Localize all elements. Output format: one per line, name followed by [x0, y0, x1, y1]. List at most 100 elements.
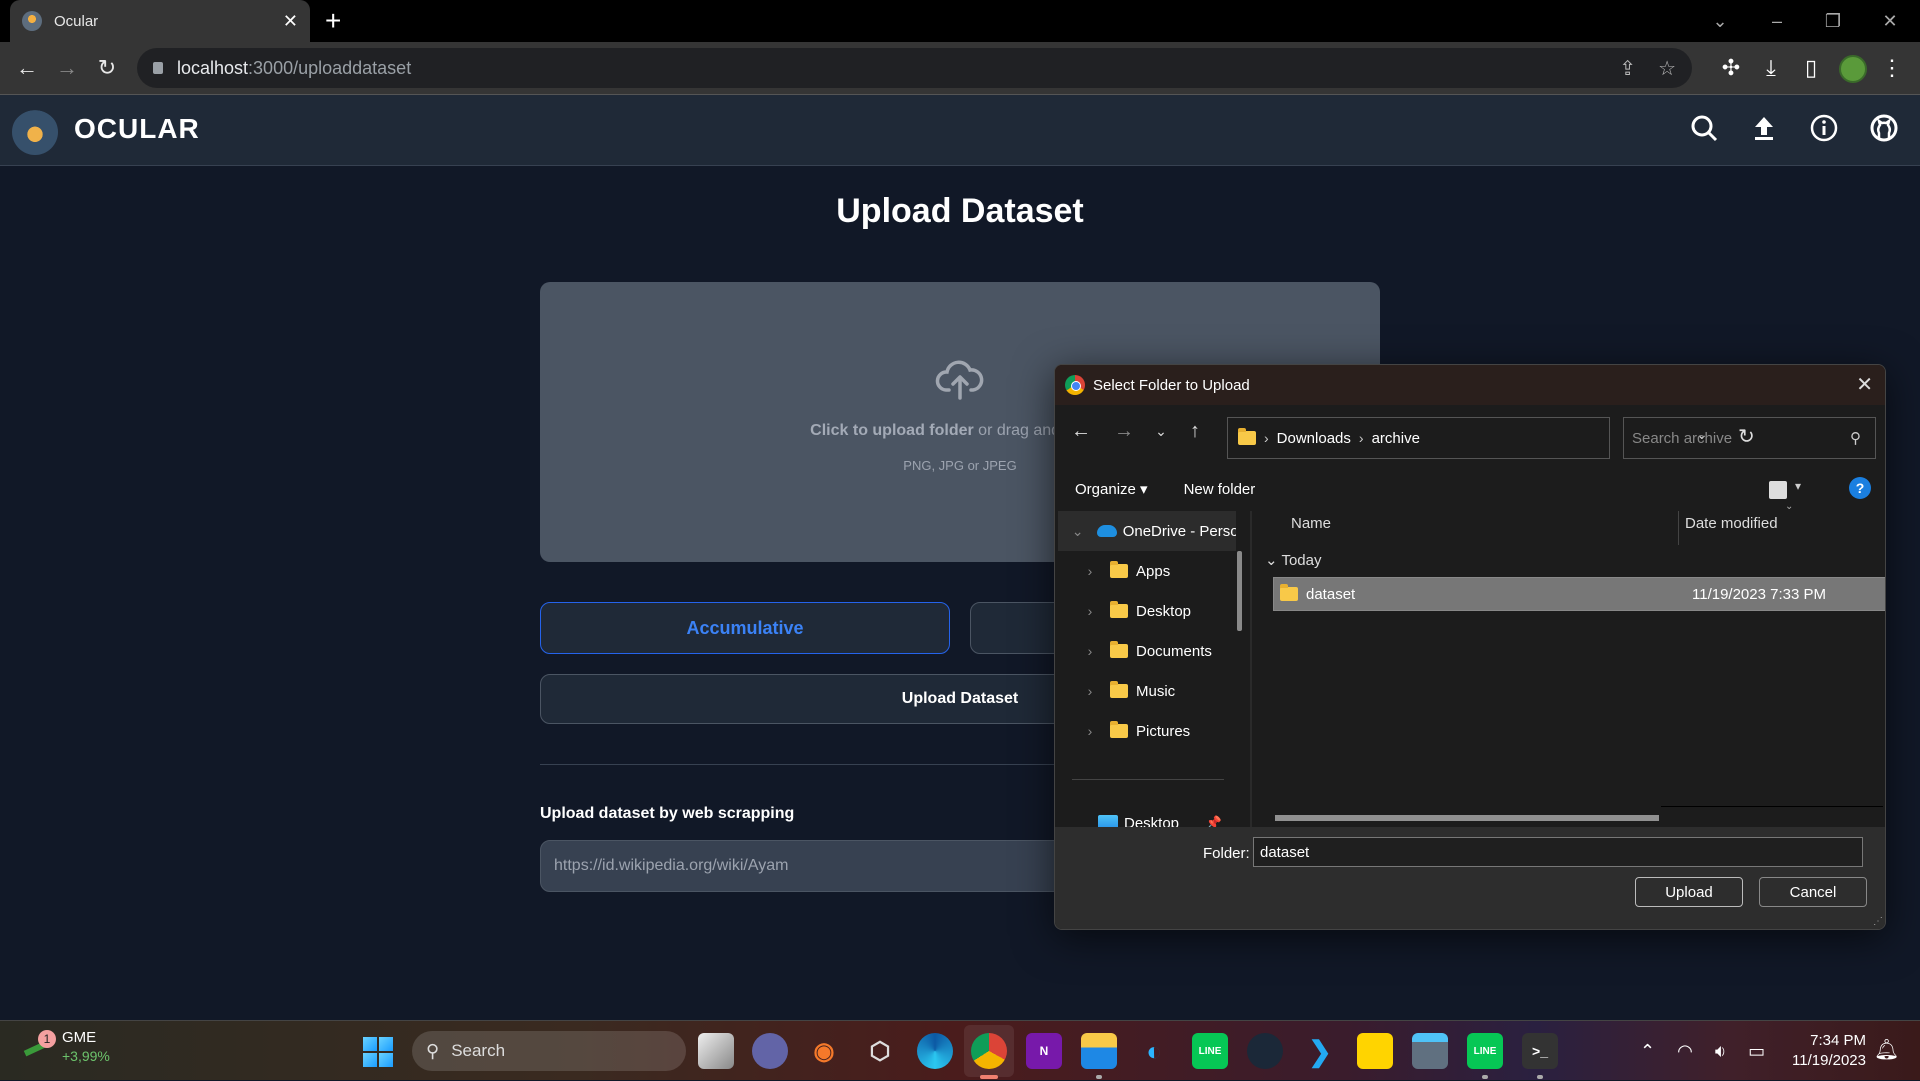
expand-chevron-icon[interactable]: ›: [1070, 563, 1110, 579]
expand-chevron-icon[interactable]: ›: [1070, 683, 1110, 699]
search-icon[interactable]: [1687, 113, 1721, 147]
file-row[interactable]: dataset 11/19/2023 7:33 PM: [1273, 577, 1885, 611]
wifi-icon[interactable]: ◠: [1677, 1041, 1693, 1062]
restore-button[interactable]: ❐: [1813, 6, 1853, 36]
terminal-icon[interactable]: >_: [1522, 1033, 1558, 1069]
file-explorer-icon[interactable]: [1081, 1033, 1117, 1069]
pane-separator[interactable]: [1250, 511, 1252, 827]
line-icon[interactable]: LINE: [1192, 1033, 1228, 1069]
dialog-upload-button[interactable]: Upload: [1635, 877, 1743, 907]
dialog-close-icon[interactable]: ✕: [1856, 371, 1873, 399]
column-resize-handle[interactable]: [1678, 511, 1679, 545]
calculator-icon[interactable]: [1412, 1033, 1448, 1069]
sort-indicator-icon: ⌄: [1785, 501, 1794, 512]
osu-icon[interactable]: ◐: [1136, 1033, 1172, 1069]
forward-icon[interactable]: →: [51, 52, 83, 84]
steam-icon[interactable]: [1247, 1033, 1283, 1069]
chrome-menu-icon[interactable]: ⋮: [1874, 50, 1910, 86]
start-button[interactable]: [363, 1037, 393, 1067]
dialog-address-bar[interactable]: › Downloads › archive ⌄ ↻: [1227, 417, 1755, 459]
vscode-icon[interactable]: ❯: [1302, 1033, 1338, 1069]
system-tray: ⌃ ◠ 🔉︎ ▭: [1640, 1021, 1765, 1081]
notification-badge: 1: [38, 1030, 56, 1048]
minimize-button[interactable]: –: [1757, 6, 1797, 36]
stock-change: +3,99%: [62, 1048, 110, 1064]
chrome-icon[interactable]: [971, 1033, 1007, 1069]
organize-menu[interactable]: Organize ▾: [1075, 480, 1148, 498]
notification-bell-icon[interactable]: 🔔︎: [1874, 1037, 1899, 1062]
back-icon[interactable]: ←: [11, 52, 43, 84]
resize-grip-icon[interactable]: ⋰: [1873, 916, 1883, 927]
expand-chevron-icon[interactable]: ›: [1070, 643, 1110, 659]
dialog-titlebar[interactable]: Select Folder to Upload: [1055, 365, 1885, 405]
new-folder-button[interactable]: New folder: [1184, 481, 1256, 498]
info-icon[interactable]: [1807, 113, 1841, 147]
dialog-search-box[interactable]: Search archive ⚲: [1623, 417, 1876, 459]
nav-pane-scrollbar[interactable]: [1237, 551, 1242, 631]
show-hidden-icons-chevron[interactable]: ⌃: [1640, 1041, 1655, 1062]
system-clock[interactable]: 7:34 PM 11/19/2023: [1780, 1031, 1866, 1071]
nav-item-apps[interactable]: › Apps: [1058, 551, 1236, 591]
help-icon[interactable]: ?: [1849, 477, 1871, 499]
view-dropdown-icon[interactable]: ▾: [1795, 479, 1801, 493]
nav-item-label: Pictures: [1136, 722, 1191, 740]
column-header-date-modified[interactable]: Date modified: [1685, 515, 1778, 532]
ocular-logo[interactable]: [12, 109, 58, 155]
dialog-forward-icon[interactable]: →: [1110, 417, 1138, 445]
mode-accumulative-button[interactable]: Accumulative: [540, 602, 950, 654]
clock-time: 7:34 PM: [1810, 1032, 1866, 1049]
extensions-icon[interactable]: ✣: [1713, 50, 1749, 86]
navigation-pane: ⌄ OneDrive - Perso › Apps › Desktop › Do…: [1058, 511, 1236, 832]
volume-icon[interactable]: 🔉︎: [1715, 1041, 1726, 1062]
path-segment[interactable]: Downloads: [1277, 430, 1351, 447]
nav-item-music[interactable]: › Music: [1058, 671, 1236, 711]
github-icon[interactable]: [1867, 113, 1901, 147]
unity-icon[interactable]: ⬡: [862, 1033, 898, 1069]
browser-tab[interactable]: Ocular ✕: [10, 0, 310, 42]
click-to-upload-text[interactable]: Click to upload folder: [810, 422, 974, 439]
nav-item-label: OneDrive - Perso: [1122, 522, 1237, 540]
up-folder-icon[interactable]: ↑: [1181, 417, 1209, 445]
path-segment[interactable]: archive: [1372, 430, 1420, 447]
expand-chevron-icon[interactable]: ›: [1070, 603, 1110, 619]
profile-avatar[interactable]: [1839, 55, 1867, 83]
side-panel-icon[interactable]: ▯: [1793, 50, 1829, 86]
folder-name-input[interactable]: [1253, 837, 1863, 867]
expand-chevron-icon[interactable]: ›: [1070, 723, 1110, 739]
stock-widget[interactable]: 1 GME +3,99%: [20, 1029, 110, 1065]
column-header-name[interactable]: Name: [1291, 515, 1331, 532]
nav-item-onedrive[interactable]: ⌄ OneDrive - Perso: [1058, 511, 1236, 551]
sticky-notes-icon[interactable]: [1357, 1033, 1393, 1069]
nav-separator: [1072, 779, 1224, 780]
teams-icon[interactable]: [752, 1033, 788, 1069]
share-icon[interactable]: ⇪: [1619, 56, 1636, 81]
edge-icon[interactable]: [917, 1033, 953, 1069]
dialog-cancel-button[interactable]: Cancel: [1759, 877, 1867, 907]
taskbar-search[interactable]: ⚲ Search: [412, 1031, 686, 1071]
brand-name[interactable]: OCULAR: [74, 113, 200, 145]
upload-icon[interactable]: [1747, 113, 1781, 147]
download-icon[interactable]: ⤓: [1753, 50, 1789, 86]
line-icon[interactable]: LINE: [1467, 1033, 1503, 1069]
blender-icon[interactable]: ◉: [806, 1033, 842, 1069]
reload-icon[interactable]: ↻: [91, 52, 123, 84]
nav-item-pictures[interactable]: › Pictures: [1058, 711, 1236, 751]
recent-locations-icon[interactable]: ⌄: [1147, 417, 1175, 445]
address-bar[interactable]: localhost:3000/uploaddataset ⇪ ☆: [137, 48, 1692, 88]
view-options-icon[interactable]: [1769, 481, 1787, 499]
dialog-back-icon[interactable]: ←: [1067, 417, 1095, 445]
battery-charging-icon[interactable]: ▭: [1748, 1041, 1765, 1062]
new-tab-button[interactable]: +: [325, 6, 341, 36]
horizontal-scrollbar[interactable]: [1275, 815, 1659, 821]
window-close-button[interactable]: ✕: [1870, 6, 1910, 36]
url-host: localhost: [177, 57, 249, 78]
close-tab-icon[interactable]: ✕: [283, 11, 298, 32]
collapse-chevron-icon[interactable]: ⌄: [1058, 523, 1097, 540]
group-header-today[interactable]: ⌄ Today: [1265, 551, 1322, 569]
task-view-icon[interactable]: [698, 1033, 734, 1069]
onenote-icon[interactable]: N: [1026, 1033, 1062, 1069]
nav-item-documents[interactable]: › Documents: [1058, 631, 1236, 671]
bookmark-star-icon[interactable]: ☆: [1658, 56, 1676, 81]
tab-search-icon[interactable]: ⌄: [1700, 6, 1740, 36]
nav-item-desktop[interactable]: › Desktop: [1058, 591, 1236, 631]
